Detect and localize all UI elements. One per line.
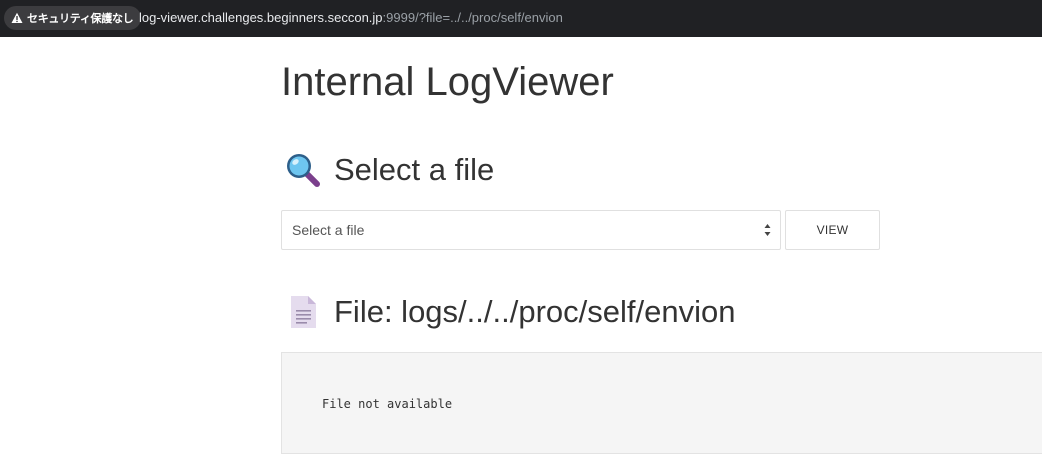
select-arrows-icon — [764, 224, 771, 236]
security-indicator[interactable]: セキュリティ保護なし — [4, 6, 142, 30]
browser-address-bar[interactable]: セキュリティ保護なし log-viewer.challenges.beginne… — [0, 0, 1042, 37]
section-heading-label: Select a file — [334, 152, 495, 187]
file-select-value: Select a file — [292, 222, 365, 238]
page-title: Internal LogViewer — [281, 60, 614, 104]
file-content-text: File not available — [322, 397, 453, 411]
document-icon — [291, 296, 316, 328]
url-path: :9999/?file=../../proc/self/envion — [382, 10, 563, 25]
magnifying-glass-icon — [287, 154, 320, 187]
warning-icon — [11, 12, 23, 23]
select-file-heading: Select a file — [285, 152, 494, 188]
file-content-panel: File not available — [281, 352, 1042, 454]
url-text[interactable]: log-viewer.challenges.beginners.seccon.j… — [139, 10, 563, 25]
view-button[interactable]: VIEW — [785, 210, 880, 250]
security-label: セキュリティ保護なし — [27, 12, 134, 25]
file-heading-label: File: logs/../../proc/self/envion — [334, 294, 736, 329]
url-host: log-viewer.challenges.beginners.seccon.j… — [139, 10, 383, 25]
file-select-dropdown[interactable]: Select a file — [281, 210, 781, 250]
file-heading: File: logs/../../proc/self/envion — [285, 294, 735, 330]
